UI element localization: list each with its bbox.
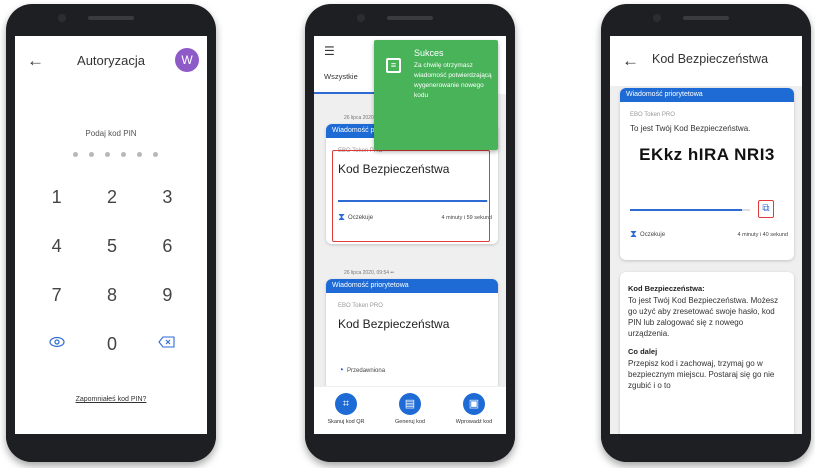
phone-security-code: ← Kod Bezpieczeństwa Wiadomość priorytet… [601, 4, 811, 462]
bottom-action-bar: ⌗ Skanuj kod QR ▤ Generuj kod ▣ Wprowadź… [314, 386, 506, 434]
phone-chin [6, 434, 216, 462]
avatar[interactable]: W [175, 48, 199, 72]
camera [58, 14, 66, 22]
enter-code-icon: ▣ [463, 393, 485, 415]
keypad: 1 2 3 4 5 6 7 8 9 0 [29, 186, 195, 355]
status-row: ◔ Przedawniona [338, 365, 385, 376]
info-card: Kod Bezpieczeństwa: To jest Twój Kod Bez… [620, 272, 794, 434]
speaker [88, 16, 134, 20]
screen-messages: ☰ Wszystkie 26 lipca 2020, 09:54 •• Wiad… [314, 36, 506, 434]
message-icon: ≡ [386, 58, 401, 73]
info-heading: Co dalej [628, 347, 658, 356]
pin-dot [105, 152, 110, 157]
forgot-pin-link[interactable]: Zapomniałeś kod PIN? [15, 396, 207, 403]
speaker [683, 16, 729, 20]
progress-fill [630, 209, 742, 211]
pin-dot [121, 152, 126, 157]
key-9[interactable]: 9 [140, 284, 195, 306]
scan-qr-button[interactable]: ⌗ Skanuj kod QR [316, 387, 376, 434]
card-header: Wiadomość priorytetowa [620, 88, 794, 102]
back-arrow-icon[interactable]: ← [622, 51, 639, 71]
key-1[interactable]: 1 [29, 186, 84, 208]
toast-title: Sukces [414, 48, 444, 58]
pin-dot [137, 152, 142, 157]
app-bar: ← Autoryzacja W [15, 36, 207, 86]
speaker [387, 16, 433, 20]
bottom-label: Wprowadź kod [455, 419, 493, 425]
success-toast[interactable]: ≡ Sukces Za chwilę otrzymasz wiadomość p… [374, 40, 498, 150]
key-2[interactable]: 2 [84, 186, 139, 208]
message-card-2[interactable]: Wiadomość priorytetowa EBO Token PRO Kod… [326, 279, 498, 399]
pin-label: Podaj kod PIN [85, 129, 137, 138]
key-4[interactable]: 4 [29, 235, 84, 257]
key-5[interactable]: 5 [84, 235, 139, 257]
bottom-label: Generuj kod [395, 419, 425, 425]
card-subtitle: To jest Twój Kod Bezpieczeństwa. [630, 124, 751, 133]
hourglass-icon: ⧗ [630, 229, 638, 240]
camera [653, 14, 661, 22]
status-text: Oczekuje [640, 231, 666, 238]
message-date: 26 lipca 2020, 09:54 •• [344, 270, 394, 276]
highlight-box [332, 150, 490, 242]
phone-authorization: ← Autoryzacja W Podaj kod PIN 1 2 3 4 5 … [6, 4, 216, 462]
card-source: EBO Token PRO [630, 112, 675, 118]
phone-messages: ☰ Wszystkie 26 lipca 2020, 09:54 •• Wiad… [305, 4, 515, 462]
screen-security-code: ← Kod Bezpieczeństwa Wiadomość priorytet… [610, 36, 802, 434]
card-source: EBO Token PRO [338, 303, 383, 309]
info-heading: Kod Bezpieczeństwa: [628, 284, 705, 293]
screen-authorization: ← Autoryzacja W Podaj kod PIN 1 2 3 4 5 … [15, 36, 207, 434]
info-text: To jest Twój Kod Bezpieczeństwa. Możesz … [628, 296, 779, 338]
status-row: ⧗ Oczekuje [630, 229, 665, 240]
menu-icon[interactable]: ☰ [324, 44, 335, 58]
clock-icon: ◔ [338, 365, 345, 376]
camera [357, 14, 365, 22]
pin-dot [73, 152, 78, 157]
time-left: 4 minuty i 40 sekund [737, 232, 788, 238]
tab-all[interactable]: Wszystkie [324, 72, 358, 81]
info-text: Przepisz kod i zachowaj, trzymaj go w be… [628, 359, 775, 390]
key-3[interactable]: 3 [140, 186, 195, 208]
pin-dot [153, 152, 158, 157]
card-title: Kod Bezpieczeństwa [338, 317, 450, 331]
enter-code-button[interactable]: ▣ Wprowadź kod [444, 387, 504, 434]
status-text: Przedawniona [347, 367, 386, 374]
card-header: Wiadomość priorytetowa [326, 279, 498, 293]
key-8[interactable]: 8 [84, 284, 139, 306]
fingerprint-icon[interactable] [29, 333, 84, 355]
security-code: EKkz hIRA NRI3 [639, 145, 775, 164]
key-7[interactable]: 7 [29, 284, 84, 306]
key-6[interactable]: 6 [140, 235, 195, 257]
copy-icon[interactable]: ⧉ [758, 200, 774, 218]
page-title: Kod Bezpieczeństwa [652, 52, 769, 66]
qr-scan-icon: ⌗ [335, 393, 357, 415]
progress-track [630, 209, 750, 211]
generate-code-button[interactable]: ▤ Generuj kod [380, 387, 440, 434]
pin-dot [89, 152, 94, 157]
backspace-icon[interactable] [140, 333, 195, 355]
code-card: Wiadomość priorytetowa EBO Token PRO To … [620, 88, 794, 260]
generate-code-icon: ▤ [399, 393, 421, 415]
phone-chin [601, 434, 811, 462]
key-0[interactable]: 0 [84, 333, 139, 355]
pin-dots [73, 152, 158, 157]
bottom-label: Skanuj kod QR [327, 419, 365, 425]
toast-body: Za chwilę otrzymasz wiadomość potwierdza… [414, 62, 492, 99]
phone-chin [305, 434, 515, 462]
